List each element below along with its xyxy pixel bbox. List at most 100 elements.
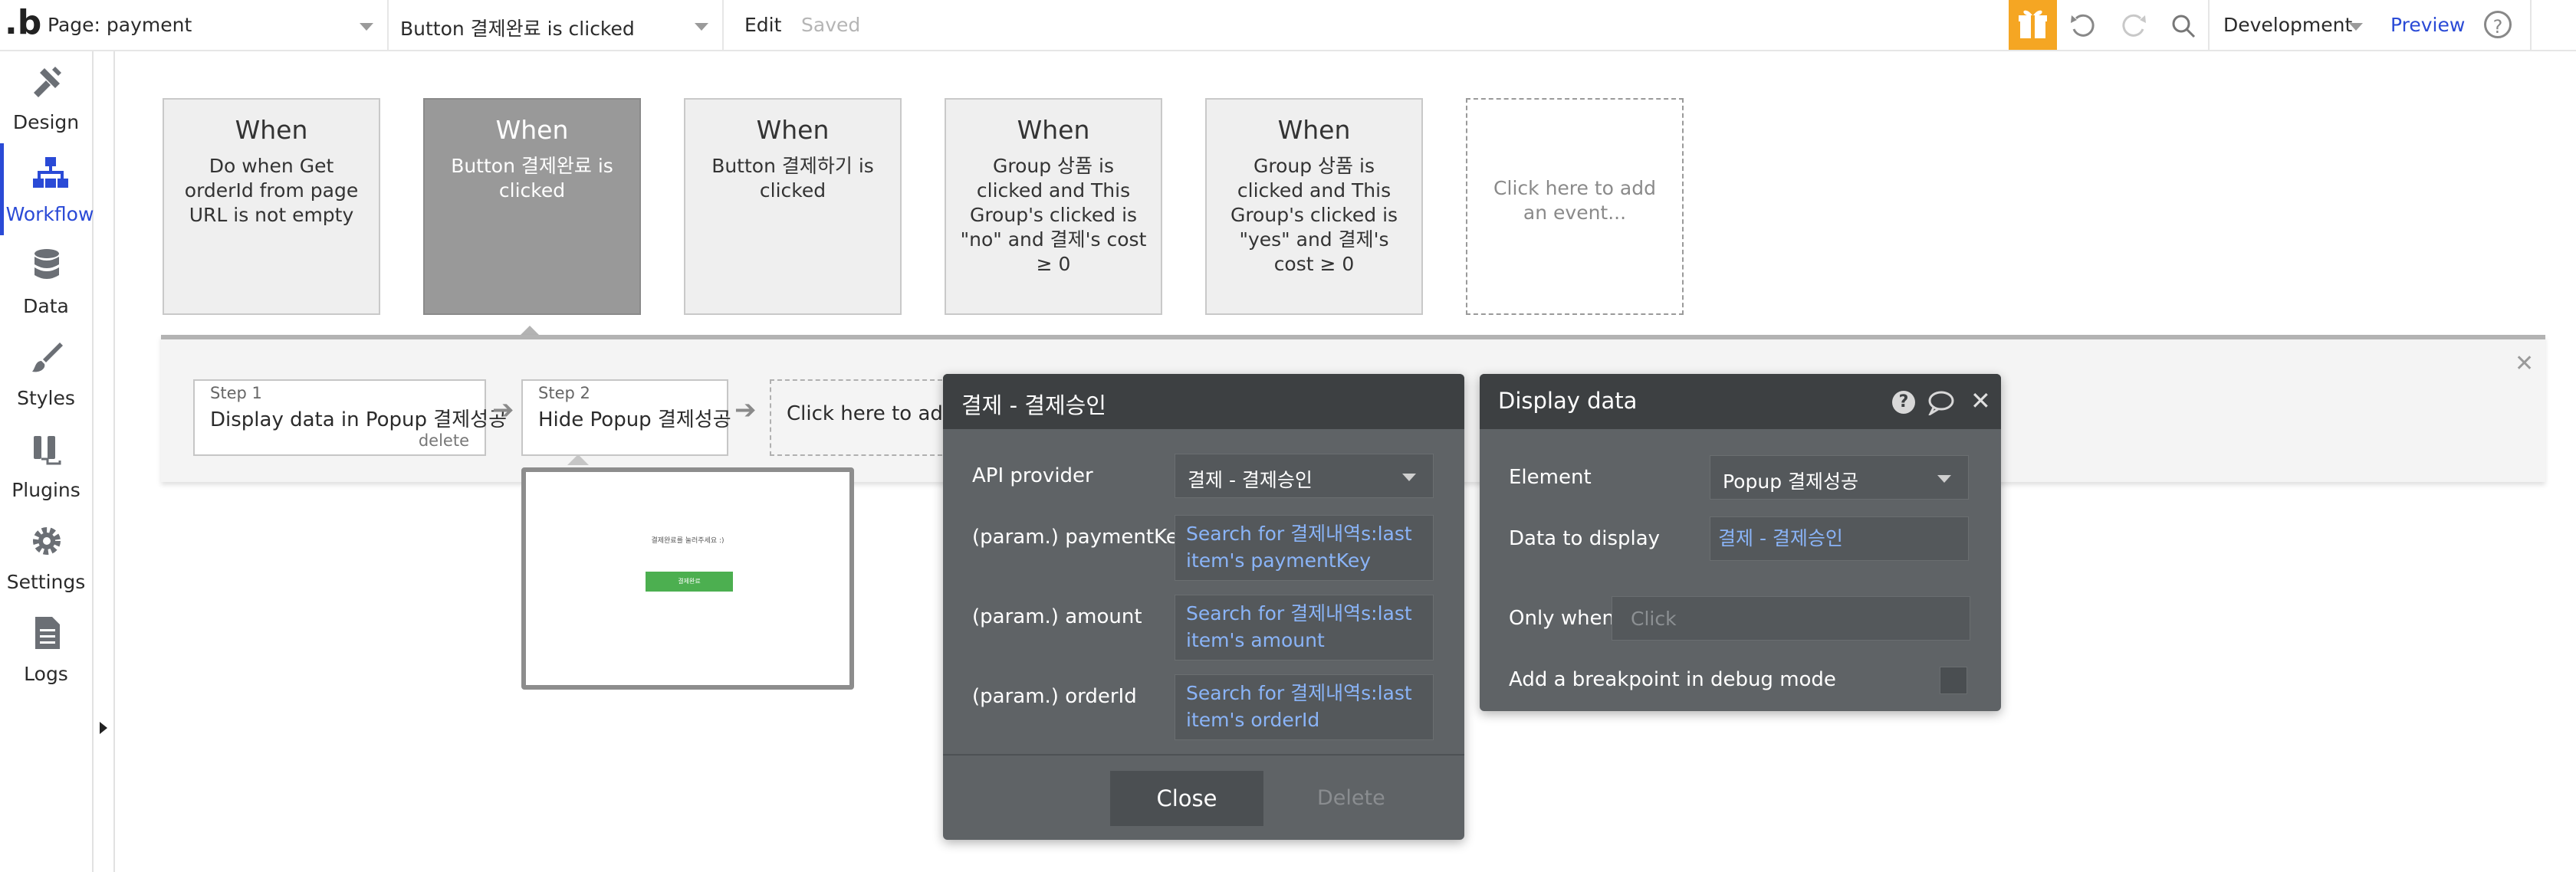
styles-icon <box>32 343 63 372</box>
param-paymentkey-label: (param.) paymentKey <box>972 526 1191 549</box>
event-card[interactable]: When Button 결제하기 is clicked <box>684 98 902 315</box>
param-amount-value: Search for 결제내역s:last item's amount <box>1186 602 1412 651</box>
chevron-down-icon[interactable] <box>2349 23 2363 31</box>
event-description: Button 결제완료 is clicked <box>451 155 613 202</box>
popup-preview-text: 결제완료를 눌러주세요 :) <box>651 537 724 545</box>
data-to-display-value: 결제 - 결제승인 <box>1718 527 1843 549</box>
sidebar-item-design[interactable]: Design <box>0 51 92 143</box>
close-button[interactable]: Close <box>1110 771 1263 826</box>
event-card-selected[interactable]: When Button 결제완료 is clicked <box>423 98 641 315</box>
chevron-down-icon <box>1402 474 1416 481</box>
step-number: Step 2 <box>538 384 590 402</box>
popup-preview[interactable]: 결제완료를 눌러주세요 :) 결제완료 <box>521 467 854 690</box>
divider <box>387 0 389 51</box>
param-amount-label: (param.) amount <box>972 605 1142 628</box>
chevron-down-icon[interactable] <box>695 23 708 31</box>
gift-icon <box>2019 10 2047 38</box>
sidebar-item-label: Logs <box>24 663 68 685</box>
event-select[interactable]: Button 결제완료 is clicked <box>400 14 635 41</box>
logs-icon <box>35 617 60 649</box>
chevron-right-icon <box>100 722 107 734</box>
step-card[interactable]: Step 1 Display data in Popup 결제성공 delete <box>193 379 507 456</box>
close-icon[interactable]: ✕ <box>2515 350 2534 377</box>
step-pointer <box>567 454 589 465</box>
sidebar-item-settings[interactable]: Settings <box>0 511 92 603</box>
event-card[interactable]: When Do when Get orderId from page URL i… <box>163 98 380 315</box>
param-paymentkey-field[interactable]: Search for 결제내역s:last item's paymentKey <box>1175 515 1434 581</box>
sidebar-item-label: Styles <box>17 387 75 409</box>
data-to-display-label: Data to display <box>1509 527 1661 550</box>
design-icon <box>34 67 61 97</box>
redo-icon[interactable] <box>2119 11 2150 41</box>
help-icon[interactable]: ? <box>2484 11 2512 38</box>
sidebar-item-data[interactable]: Data <box>0 235 92 327</box>
event-description: Group 상품 is clicked and This Group's cli… <box>960 155 1147 275</box>
event-when: When <box>1017 115 1090 145</box>
display-data-panel: Display data ? ✕ Element Popup 결제성공 Data… <box>1480 374 2001 711</box>
sidebar-item-label: Design <box>12 111 80 133</box>
panel-title: 결제 - 결제승인 <box>961 392 1106 418</box>
divider <box>943 754 1464 756</box>
api-provider-dropdown[interactable]: 결제 - 결제승인 <box>1175 454 1434 498</box>
undo-icon[interactable] <box>2067 11 2098 41</box>
event-description: Button 결제하기 is clicked <box>711 155 874 202</box>
plugins-icon <box>34 436 61 465</box>
saved-status: Saved <box>801 14 861 36</box>
delete-button[interactable]: Delete <box>1317 786 1385 810</box>
divider <box>722 0 724 51</box>
event-card[interactable]: When Group 상품 is clicked and This Group'… <box>945 98 1162 315</box>
only-when-placeholder: Click <box>1631 608 1677 630</box>
event-card[interactable]: When Group 상품 is clicked and This Group'… <box>1205 98 1423 315</box>
bubble-logo[interactable]: .b <box>5 3 41 42</box>
element-label: Element <box>1509 466 1592 489</box>
event-when: When <box>495 115 569 145</box>
settings-icon <box>33 527 61 555</box>
step-delete-link[interactable]: delete <box>419 431 469 450</box>
only-when-label: Only when <box>1509 607 1615 630</box>
preview-link[interactable]: Preview <box>2390 14 2465 36</box>
step-card[interactable]: Step 2 Hide Popup 결제성공 <box>521 379 731 456</box>
param-amount-field[interactable]: Search for 결제내역s:last item's amount <box>1175 595 1434 661</box>
chevron-down-icon[interactable] <box>360 23 373 31</box>
param-orderid-field[interactable]: Search for 결제내역s:last item's orderId <box>1175 674 1434 740</box>
comment-icon[interactable] <box>1927 389 1955 415</box>
data-icon <box>34 249 59 279</box>
search-icon[interactable] <box>2170 12 2197 40</box>
element-dropdown[interactable]: Popup 결제성공 <box>1710 455 1969 500</box>
step-number: Step 1 <box>210 384 262 402</box>
add-event-label: Click here to add an event... <box>1493 177 1656 224</box>
add-event-card[interactable]: Click here to add an event... <box>1466 98 1684 315</box>
arrow-right-icon: ➔ <box>734 395 757 425</box>
sidebar-item-logs[interactable]: Logs <box>0 603 92 695</box>
more-menu-button[interactable] <box>2530 0 2576 50</box>
sidebar-item-styles[interactable]: Styles <box>0 327 92 419</box>
only-when-field[interactable]: Click <box>1612 596 1970 641</box>
sidebar-item-plugins[interactable]: Plugins <box>0 419 92 511</box>
close-icon[interactable]: ✕ <box>1970 386 1991 415</box>
param-orderid-value: Search for 결제내역s:last item's orderId <box>1186 682 1412 731</box>
panel-header: Display data ? ✕ <box>1480 374 2001 429</box>
gift-button[interactable] <box>2009 0 2057 50</box>
sidebar-item-label: Settings <box>6 571 86 593</box>
arrow-right-icon: ➔ <box>492 395 514 425</box>
sidebar-item-label: Plugins <box>12 479 80 501</box>
environment-select[interactable]: Development <box>2223 14 2352 36</box>
event-description: Group 상품 is clicked and This Group's cli… <box>1230 155 1398 275</box>
breakpoint-checkbox[interactable] <box>1940 667 1967 694</box>
sidebar-item-label: Data <box>23 295 69 317</box>
data-to-display-field[interactable]: 결제 - 결제승인 <box>1710 516 1969 561</box>
sidebar-collapse-toggle[interactable] <box>94 713 113 743</box>
help-icon[interactable]: ? <box>1892 391 1915 414</box>
step-title: Hide Popup 결제성공 <box>538 408 731 431</box>
api-provider-value: 결제 - 결제승인 <box>1188 469 1313 491</box>
edit-menu[interactable]: Edit <box>744 14 781 36</box>
event-when: When <box>756 115 830 145</box>
sidebar-item-workflow[interactable]: Workflow <box>0 143 96 235</box>
sidebar-item-label: Workflow <box>5 203 94 225</box>
popup-preview-button: 결제완료 <box>646 572 733 592</box>
divider <box>2208 0 2210 51</box>
event-when: When <box>1277 115 1351 145</box>
page-select[interactable]: Page: payment <box>48 14 192 36</box>
element-value: Popup 결제성공 <box>1723 470 1859 493</box>
step-title: Display data in Popup 결제성공 <box>210 408 507 431</box>
